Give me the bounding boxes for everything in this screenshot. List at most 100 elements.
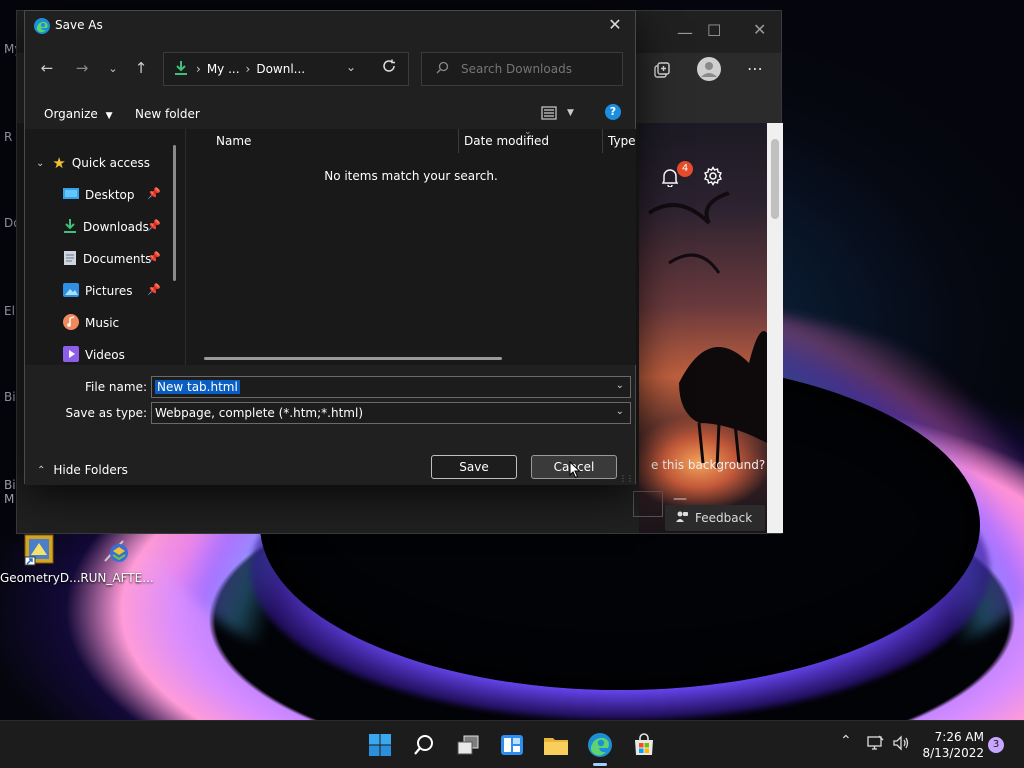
address-dropdown-chevron-icon[interactable]: ⌄ [346, 60, 356, 74]
desktop-edge-label: M [4, 492, 15, 506]
address-bar[interactable]: › My ... › Downl... ⌄ [163, 52, 409, 86]
file-name-dropdown-icon[interactable]: ⌄ [616, 380, 624, 391]
pin-icon: 📌 [147, 219, 161, 232]
save-as-type-dropdown-icon[interactable]: ⌄ [616, 406, 624, 417]
pin-icon: 📌 [147, 187, 161, 200]
up-arrow-icon[interactable]: ↑ [131, 59, 151, 79]
save-as-type-select[interactable]: Webpage, complete (*.htm;*.html) ⌄ [151, 402, 631, 424]
sidebar-item-label: Music [85, 316, 120, 330]
recent-locations-chevron-icon[interactable]: ⌄ [103, 62, 123, 82]
edge-browser-icon[interactable] [584, 729, 616, 761]
downloads-folder-icon [63, 218, 77, 237]
chevron-up-icon: ⌃ [37, 464, 46, 476]
desktop-edge-label: El [4, 304, 15, 318]
sidebar-item-label: Quick access [71, 156, 151, 170]
music-folder-icon [63, 313, 79, 333]
navigation-pane-scrollbar[interactable] [173, 145, 176, 281]
navigation-bar: ← → ⌄ ↑ › My ... › Downl... ⌄ [25, 41, 635, 99]
desktop-icon-run-after[interactable]: RUN_AFTE... [78, 530, 156, 585]
search-input[interactable] [461, 62, 611, 76]
column-separator[interactable] [458, 129, 459, 153]
resize-grip-icon[interactable]: ⋮⋮ [619, 474, 634, 483]
file-name-value[interactable]: New tab.html [155, 380, 240, 394]
pictures-folder-icon [63, 282, 79, 300]
sidebar-item-label: Videos [85, 348, 125, 362]
downloads-arrow-icon [174, 60, 188, 79]
task-view-icon[interactable] [452, 729, 484, 761]
volume-icon[interactable] [892, 735, 910, 755]
expand-chevron-icon[interactable]: ⌄ [36, 158, 44, 169]
show-hidden-icons-chevron-icon[interactable]: ⌃ [840, 733, 852, 749]
start-button-windows-icon[interactable] [364, 729, 396, 761]
new-folder-button[interactable]: New folder [135, 107, 200, 121]
sidebar-item-quick-access[interactable]: ⌄ ★ Quick access [25, 151, 175, 175]
help-icon[interactable]: ? [605, 104, 621, 120]
sidebar-item-label: Documents [83, 252, 152, 266]
view-options-icon[interactable] [541, 105, 557, 124]
column-header-date-modified[interactable]: Date modified [464, 132, 549, 156]
profile-avatar-icon[interactable] [697, 57, 721, 84]
browser-scrollbar[interactable] [767, 123, 783, 533]
dialog-close-icon[interactable]: ✕ [603, 15, 627, 37]
feedback-button[interactable]: Feedback [665, 505, 765, 531]
save-button[interactable]: Save [431, 455, 517, 479]
desktop-edge-label: Bi [4, 390, 16, 404]
sidebar-item-label: Pictures [85, 284, 133, 298]
mouse-cursor-icon [569, 460, 581, 482]
dialog-title: Save As [55, 18, 103, 32]
background-prompt-text[interactable]: e this background? [651, 458, 765, 472]
desktop-edge-label: Bi [4, 478, 16, 492]
notification-center-badge[interactable]: 3 [988, 737, 1004, 753]
videos-folder-icon [63, 345, 79, 365]
sidebar-item-downloads[interactable]: Downloads 📌 [25, 215, 175, 239]
search-box[interactable] [421, 52, 623, 86]
more-options-icon[interactable]: ⋯ [747, 59, 763, 78]
sidebar-item-videos[interactable]: Videos [25, 343, 175, 367]
hide-folders-label: Hide Folders [53, 463, 128, 477]
file-explorer-icon[interactable] [540, 729, 572, 761]
sidebar-item-label: Desktop [85, 188, 135, 202]
desktop-icon-label: RUN_AFTE... [80, 571, 154, 585]
taskbar-search-icon[interactable] [408, 729, 440, 761]
breadcrumb-item[interactable]: My ... [207, 62, 240, 76]
sidebar-item-desktop[interactable]: Desktop 📌 [25, 183, 175, 207]
file-list-horizontal-scrollbar[interactable] [204, 357, 502, 360]
column-separator[interactable] [602, 129, 603, 153]
feedback-person-icon [675, 510, 689, 527]
close-icon[interactable]: ✕ [753, 20, 766, 39]
column-header-type[interactable]: Type [608, 132, 636, 156]
system-clock[interactable]: 7:26 AM 8/13/2022 [918, 729, 984, 761]
settings-gear-icon[interactable] [703, 166, 723, 189]
save-as-dialog: Save As ✕ ← → ⌄ ↑ › My ... › Downl... ⌄ [24, 10, 636, 485]
file-name-label: File name: [85, 380, 147, 394]
forward-arrow-icon[interactable]: → [72, 59, 92, 79]
sidebar-item-documents[interactable]: Documents 📌 [25, 247, 175, 271]
desktop-icon-geometry[interactable]: GeometryD... [0, 530, 81, 585]
widget-button-partial[interactable] [633, 491, 663, 517]
file-name-input[interactable]: New tab.html ⌄ [151, 376, 631, 398]
maximize-icon[interactable]: ☐ [707, 21, 721, 40]
save-as-type-value: Webpage, complete (*.htm;*.html) [155, 406, 363, 420]
sidebar-item-music[interactable]: Music [25, 311, 175, 335]
organize-menu-button[interactable]: Organize ▼ [44, 107, 113, 121]
back-arrow-icon[interactable]: ← [37, 59, 57, 79]
documents-folder-icon [63, 250, 77, 269]
view-dropdown-icon[interactable]: ▼ [567, 108, 574, 118]
pin-icon: 📌 [147, 283, 161, 296]
file-list: Name ⌄ Date modified Type No items match… [186, 127, 636, 365]
shortcut-app-icon [21, 533, 57, 567]
clock-time: 7:26 AM [934, 730, 984, 744]
feedback-label: Feedback [695, 511, 753, 525]
refresh-icon[interactable] [382, 59, 396, 76]
breadcrumb-item[interactable]: Downl... [256, 62, 305, 76]
column-header-name[interactable]: Name [216, 132, 251, 156]
sidebar-item-pictures[interactable]: Pictures 📌 [25, 279, 175, 303]
microsoft-store-icon[interactable] [628, 729, 660, 761]
hide-folders-button[interactable]: ⌃ Hide Folders [37, 463, 128, 477]
browser-scroll-thumb[interactable] [771, 139, 779, 219]
star-icon: ★ [52, 154, 66, 172]
minimize-icon[interactable]: — [677, 23, 693, 42]
network-icon[interactable] [866, 735, 884, 755]
collections-icon[interactable] [653, 61, 671, 82]
widgets-icon[interactable] [496, 729, 528, 761]
